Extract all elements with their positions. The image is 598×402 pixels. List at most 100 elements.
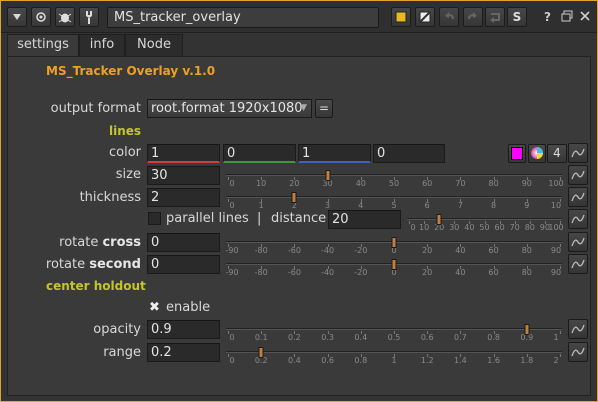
help-icon[interactable]: ? [544,10,551,24]
parallel-lines-checkbox[interactable] [148,212,161,225]
node-name-field[interactable]: MS_tracker_overlay [107,7,379,28]
float-panel-icon[interactable] [561,10,573,25]
slider-tick-label: 0 [229,201,235,210]
viewer-icon[interactable] [31,7,51,27]
animation-curve-icon[interactable] [568,143,588,163]
output-format-dropdown[interactable]: root.format 1920x1080 ▼ [147,99,312,118]
slider-tick-label: 20 [289,179,300,188]
slider-handle[interactable] [291,192,297,203]
slider-tick-label: 0.4 [288,356,301,365]
slider-tick-label: -60 [287,246,301,255]
slider-tick-label: 8 [491,201,497,210]
slider-tick-label: -20 [354,268,368,277]
slider-tick-label: 1.6 [487,356,500,365]
distance-field[interactable]: 20 [328,210,401,229]
format-edit-button[interactable]: = [315,99,333,118]
rotate-cross-slider[interactable]: -90 -80 -60 -40 -20 0 20 40 60 80 90 [225,236,562,258]
slider-tick-label: 0.5 [387,333,401,342]
rotate-cross-field[interactable]: 0 [147,233,220,252]
slider-tick-label: 60 [494,223,505,232]
slider-handle[interactable] [325,170,331,181]
slider-handle[interactable] [391,237,397,248]
slider-tick-label: 3 [325,201,331,210]
color-label: color [108,145,141,160]
slider-tick-label: 1 [391,356,397,365]
chevron-down-icon: ▼ [300,103,307,113]
panel-title: MS_Tracker Overlay v.1.0 [46,64,216,78]
slider-tick-label: 1.4 [454,356,467,365]
color-wheel-icon[interactable] [528,144,546,163]
slider-tick-label: 100 [548,179,564,188]
slider-tick-label: -60 [287,268,301,277]
animation-curve-icon[interactable] [568,165,588,185]
lines-group-label: lines [109,124,142,138]
opacity-field[interactable]: 0.9 [147,320,220,339]
animation-curve-icon[interactable] [568,209,588,229]
enable-checkbox[interactable]: ✖ [148,301,161,314]
slider-handle[interactable] [524,324,530,335]
slider-tick-label: -90 [225,268,239,277]
tab-node[interactable]: Node [125,34,183,56]
opacity-label: opacity [93,322,141,337]
close-icon[interactable] [579,10,591,25]
color-swatch-button[interactable] [508,144,526,163]
color-b-field[interactable]: 1 [298,144,371,163]
distance-slider[interactable]: 0 10 20 30 40 50 60 70 80 90 100 [407,213,564,235]
opacity-slider[interactable]: 0 0.1 0.2 0.3 0.4 0.5 0.6 0.7 0.8 0.9 1 [226,323,562,345]
slider-handle[interactable] [258,347,264,358]
tab-info[interactable]: info [79,34,125,56]
collapse-icon[interactable] [7,7,27,27]
slider-tick-label: 0.8 [354,356,368,365]
animation-curve-icon[interactable] [568,187,588,207]
slider-tick-label: 0 [229,333,235,342]
size-field[interactable]: 30 [147,166,220,185]
slider-handle[interactable] [436,214,442,225]
slider-tick-label: 60 [488,246,499,255]
color-r-field[interactable]: 1 [147,144,220,163]
wrench-icon[interactable] [79,7,99,27]
redo-icon[interactable] [463,7,483,27]
slider-tick-label: 60 [422,179,433,188]
slider-tick-label: 1.2 [420,356,434,365]
range-slider[interactable]: 0 0.2 0.4 0.6 0.8 1 1.2 1.4 1.6 1.8 2 [226,346,562,368]
slider-tick-label: 100 [548,223,564,232]
separator: | [257,211,262,226]
animation-curve-icon[interactable] [568,342,588,362]
color-a-field[interactable]: 0 [373,144,445,163]
title-bar: MS_tracker_overlay S ? [1,1,597,33]
slider-tick-label: 80 [524,223,535,232]
undo-icon[interactable] [439,7,459,27]
color-g-field[interactable]: 0 [223,144,296,163]
slider-tick-label: 4 [358,201,364,210]
slider-tick-label: 40 [355,179,366,188]
slider-tick [560,331,561,334]
slider-handle[interactable] [391,259,397,270]
enable-label: enable [166,300,211,315]
slider-tick-label: 6 [424,201,430,210]
slider-tick-label: 0.3 [321,333,334,342]
slider-tick-label: 30 [449,223,460,232]
slider-tick-label: 5 [391,201,397,210]
slider-tick-label: 2 [553,356,559,365]
animation-curve-icon[interactable] [568,319,588,339]
script-button[interactable]: S [507,7,527,27]
revert-icon[interactable] [485,7,505,27]
slider-tick-label: 1 [553,333,559,342]
slider-tick-label: 90 [550,246,562,255]
rotate-second-slider[interactable]: -90 -80 -60 -40 -20 0 20 40 60 80 90 [225,258,562,280]
animation-curve-icon[interactable] [568,254,588,274]
slider-tick-label: 0 [229,356,235,365]
bug-icon[interactable] [55,7,75,27]
slider-tick-label: 50 [388,179,400,188]
range-field[interactable]: 0.2 [147,343,220,362]
rotate-second-field[interactable]: 0 [147,255,220,274]
gl-color-icon[interactable] [415,7,435,27]
animation-curve-icon[interactable] [568,232,588,252]
thickness-field[interactable]: 2 [147,188,220,207]
color-channels-button[interactable]: 4 [547,144,567,163]
node-color-icon[interactable] [391,7,411,27]
size-slider[interactable]: 0 10 20 30 40 50 60 70 80 90 100 [226,169,564,191]
slider-tick-label: 0.8 [487,333,500,342]
slider-tick-label: 80 [488,179,499,188]
tab-settings[interactable]: settings [7,34,79,56]
